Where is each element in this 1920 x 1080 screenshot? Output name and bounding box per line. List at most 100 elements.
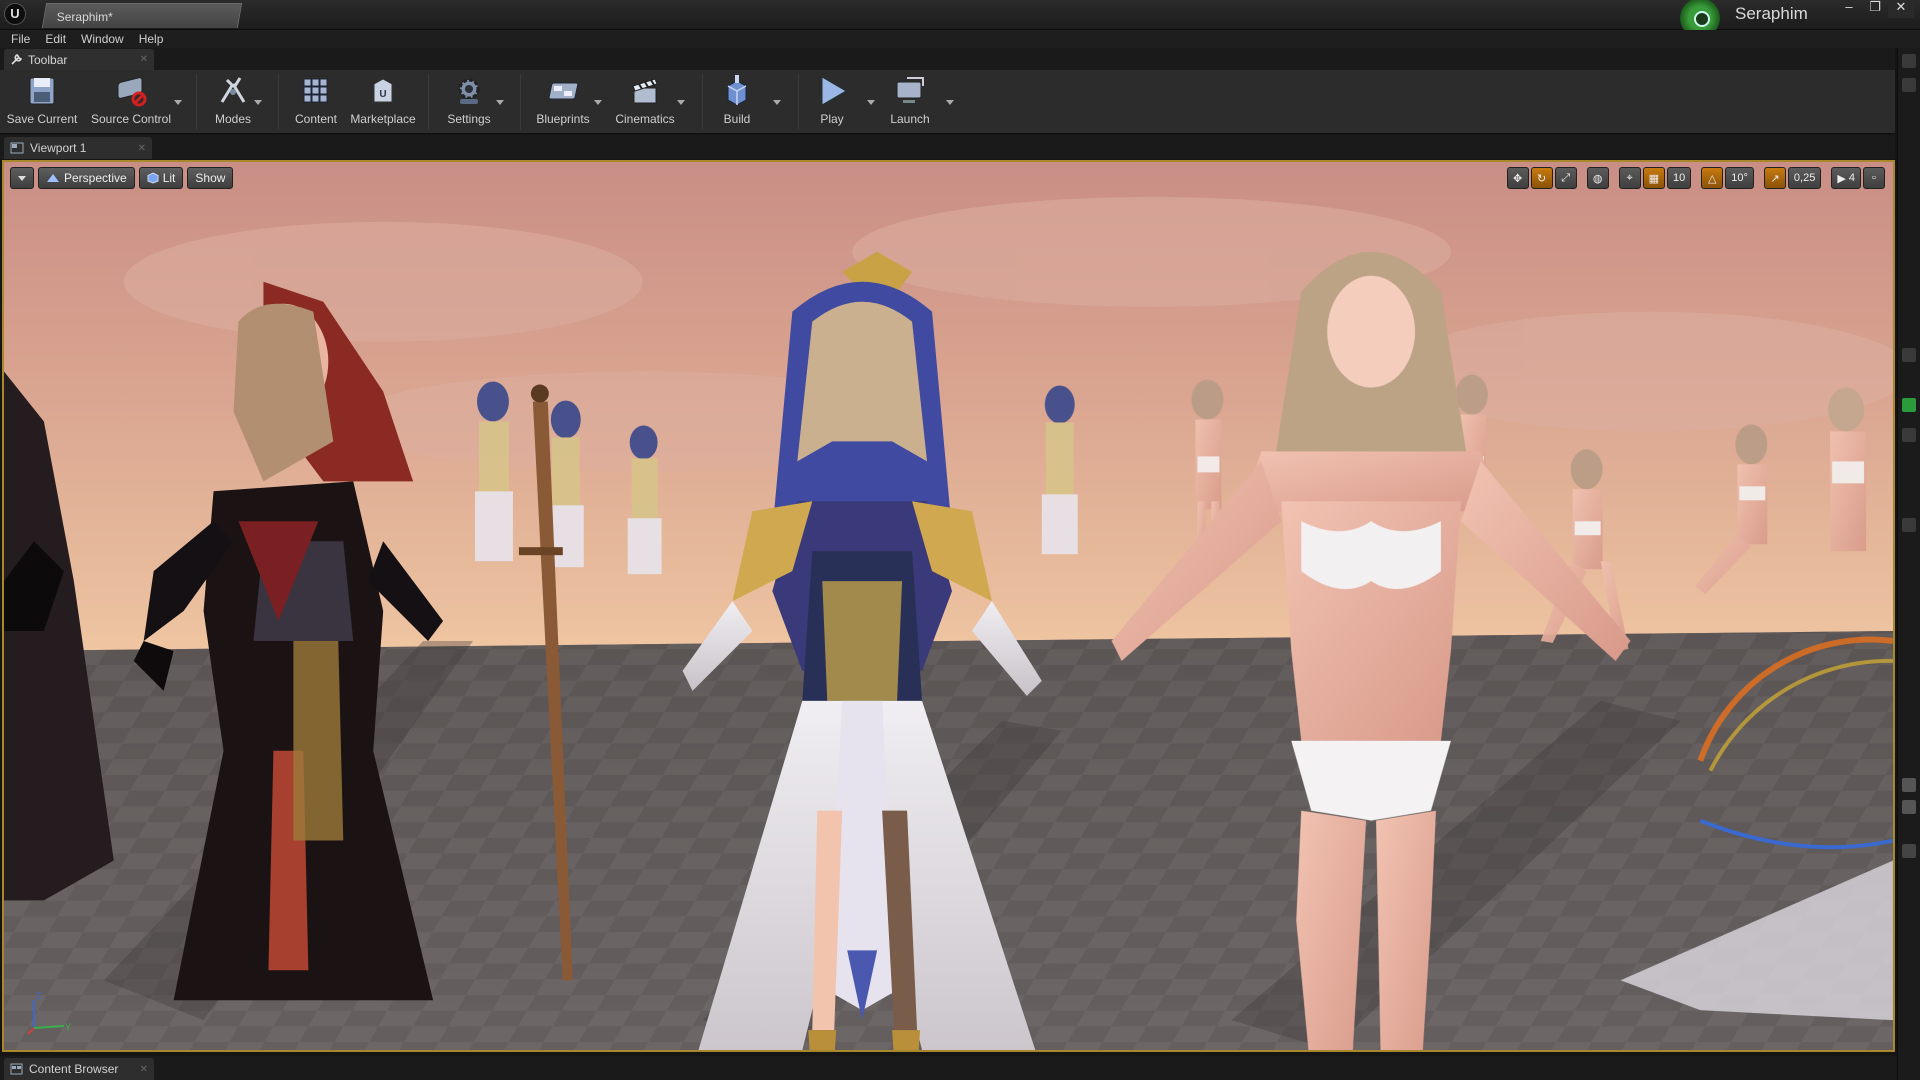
marketplace-button[interactable]: U Marketplace <box>346 74 420 132</box>
launch-dropdown-icon[interactable] <box>946 100 954 105</box>
cinematics-label: Cinematics <box>615 112 675 126</box>
toolbar-separator <box>196 74 197 130</box>
modes-button[interactable]: Modes <box>208 74 258 132</box>
menu-help[interactable]: Help <box>136 30 176 48</box>
content-button[interactable]: Content <box>290 74 342 132</box>
camera-speed-button[interactable]: ▶ 4 <box>1831 167 1861 189</box>
add-icon[interactable] <box>1902 398 1916 412</box>
toolbar-separator <box>278 74 279 130</box>
content-label: Content <box>294 112 338 126</box>
tab-viewport-1[interactable]: Viewport 1 ✕ <box>4 137 152 159</box>
modes-dropdown-icon[interactable] <box>254 100 262 105</box>
grid-snap-value[interactable]: 10 <box>1667 167 1692 189</box>
grid-snap-toggle[interactable]: ▦ <box>1642 167 1666 189</box>
panel-icon[interactable] <box>1902 428 1916 442</box>
save-current-button[interactable]: Save Current <box>6 74 78 132</box>
show-button[interactable]: Show <box>187 167 234 189</box>
rotation-snap-value[interactable]: 10° <box>1725 167 1754 189</box>
rotation-snap-toggle[interactable]: △ <box>1701 167 1724 189</box>
settings-button[interactable]: Settings <box>446 74 492 132</box>
build-label: Build <box>723 112 751 126</box>
launch-button[interactable]: Launch <box>886 74 934 132</box>
project-badge-icon[interactable] <box>1678 0 1722 38</box>
checkbox-icon[interactable] <box>1902 844 1916 858</box>
scale-mode-button[interactable]: ⤢ <box>1554 167 1577 189</box>
content-browser-icon <box>10 1063 23 1075</box>
minimize-button[interactable]: – <box>1836 0 1862 18</box>
chevron-down-icon <box>18 175 26 181</box>
translate-mode-button[interactable]: ✥ <box>1506 167 1529 189</box>
cinematics-dropdown-icon[interactable] <box>677 100 685 105</box>
tab-content-browser-label: Content Browser <box>29 1062 119 1076</box>
close-tab-icon[interactable]: ✕ <box>138 143 146 154</box>
rotate-icon: ↻ <box>1537 172 1547 185</box>
settings-dropdown-icon[interactable] <box>496 100 504 105</box>
surface-snap-button[interactable]: ⌖ <box>1618 167 1641 189</box>
document-tab[interactable]: Seraphim* <box>41 3 243 28</box>
source-control-button[interactable]: Source Control <box>86 74 176 132</box>
wrench-icon <box>11 54 23 65</box>
toolbar-separator <box>798 74 799 130</box>
tab-content-browser[interactable]: Content Browser ✕ <box>4 1058 154 1080</box>
source-control-dropdown-icon[interactable] <box>174 100 182 105</box>
cinematics-button[interactable]: Cinematics <box>612 74 678 132</box>
bottom-tab-strip: Content Browser ✕ <box>0 1056 1897 1080</box>
blueprints-icon <box>548 82 579 100</box>
perspective-icon <box>47 174 59 182</box>
svg-text:Z: Z <box>36 991 42 1001</box>
close-tab-icon[interactable]: ✕ <box>140 54 148 65</box>
scale-icon: ⤢ <box>1561 171 1571 184</box>
play-icon <box>821 76 847 106</box>
svg-text:U: U <box>379 89 386 100</box>
clapperboard-icon <box>632 78 658 104</box>
menu-file[interactable]: File <box>8 30 42 48</box>
lit-cube-icon <box>147 172 159 184</box>
document-tab-label: Seraphim* <box>56 10 113 24</box>
marketplace-icon: U <box>373 78 393 103</box>
scale-snap-value[interactable]: 0,25 <box>1787 167 1822 189</box>
camera-speed-value: 4 <box>1848 172 1855 184</box>
viewport-icon <box>10 142 24 154</box>
scale-snap-toggle[interactable]: ↗ <box>1763 167 1786 189</box>
menu-edit[interactable]: Edit <box>42 30 78 48</box>
camera-icon: ▶ <box>1837 172 1846 185</box>
blueprints-dropdown-icon[interactable] <box>594 100 602 105</box>
checkbox-icon[interactable] <box>1902 778 1916 792</box>
play-dropdown-icon[interactable] <box>867 100 875 105</box>
close-button[interactable]: ✕ <box>1888 0 1914 18</box>
checkbox-icon[interactable] <box>1902 800 1916 814</box>
toolbar-tab-strip: Toolbar ✕ <box>0 48 1895 70</box>
modes-label: Modes <box>214 112 252 126</box>
search-icon[interactable] <box>1902 78 1916 92</box>
content-grid-icon <box>303 78 328 103</box>
build-button[interactable]: Build <box>714 74 760 132</box>
search-icon[interactable] <box>1902 518 1916 532</box>
panel-icon[interactable] <box>1902 54 1916 68</box>
menu-window[interactable]: Window <box>78 30 136 48</box>
project-name: Seraphim <box>1735 4 1808 23</box>
rotate-mode-button[interactable]: ↻ <box>1530 167 1553 189</box>
blueprints-button[interactable]: Blueprints <box>532 74 594 132</box>
axis-gizmo-icon: Z Y <box>27 991 71 1035</box>
source-control-icon <box>117 77 147 107</box>
tab-toolbar[interactable]: Toolbar ✕ <box>4 49 154 70</box>
perspective-button[interactable]: Perspective <box>38 167 135 189</box>
viewport-toolbar: Perspective Lit Show <box>10 167 234 189</box>
level-viewport[interactable]: Perspective Lit Show ✥ ↻ ⤢ ◍ ⌖ ▦ 10 △ 10… <box>2 160 1895 1052</box>
viewport-options-button[interactable] <box>10 167 34 189</box>
unreal-logo-icon[interactable]: U <box>4 3 26 25</box>
panel-icon[interactable] <box>1902 348 1916 362</box>
close-tab-icon[interactable]: ✕ <box>140 1064 148 1075</box>
gear-icon <box>458 78 480 104</box>
tab-viewport-label: Viewport 1 <box>30 141 87 155</box>
maximize-button[interactable]: ❐ <box>1862 0 1888 18</box>
transform-snap-bar: ✥ ↻ ⤢ ◍ ⌖ ▦ 10 △ 10° ↗ 0,25 ▶ 4 ▫ <box>1506 167 1885 189</box>
play-button[interactable]: Play <box>810 74 854 132</box>
maximize-viewport-button[interactable]: ▫ <box>1863 167 1885 189</box>
build-dropdown-icon[interactable] <box>773 100 781 105</box>
world-local-button[interactable]: ◍ <box>1586 167 1609 189</box>
lit-button[interactable]: Lit <box>138 167 184 189</box>
settings-label: Settings <box>447 112 491 126</box>
toolbar-separator <box>520 74 521 130</box>
scene-render <box>4 162 1893 1050</box>
